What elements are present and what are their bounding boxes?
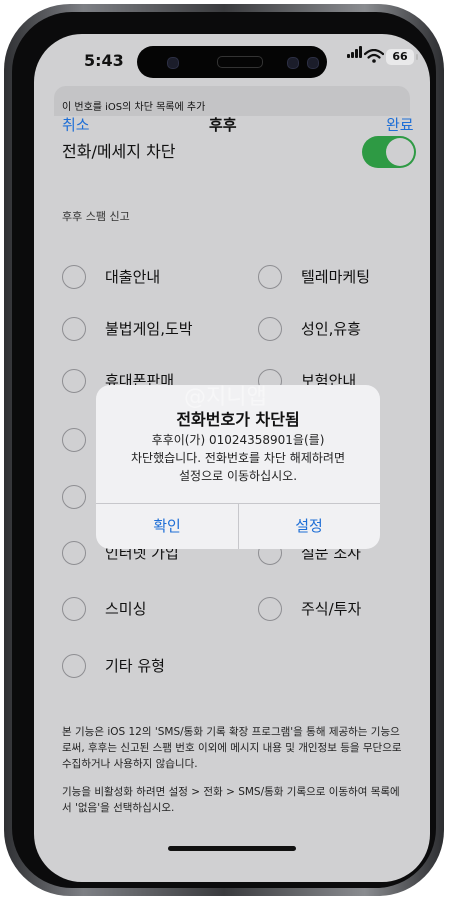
footer-notice: 본 기능은 iOS 12의 'SMS/통화 기록 확장 프로그램'을 통해 제공…	[62, 726, 402, 770]
confirm-button[interactable]: 확인	[96, 503, 238, 549]
phone-frame: 5:43 66 이 번호를 iOS의 차단 목록에 추가 취소 후후 완료 전화…	[4, 4, 444, 896]
status-bar: 5:43 66	[34, 34, 430, 84]
dialog-message-line: 차단했습니다. 전화번호를 차단 해제하려면	[131, 451, 345, 465]
sensor-icon	[287, 57, 299, 69]
radio-icon	[258, 317, 282, 341]
watermark: @지니앱	[184, 385, 267, 410]
toggle-knob	[386, 138, 414, 166]
settings-button[interactable]: 설정	[238, 503, 380, 549]
option-label: 불법게임,도박	[105, 320, 193, 338]
section-header: 후후 스팸 신고	[62, 210, 130, 223]
option-label: 대출안내	[105, 268, 161, 286]
block-toggle[interactable]	[362, 136, 416, 168]
camera-icon	[167, 57, 179, 69]
wifi-icon	[364, 49, 384, 63]
radio-icon	[258, 265, 282, 289]
dialog-message-line: 설정으로 이동하십시오.	[178, 469, 298, 483]
radio-icon	[62, 485, 86, 509]
nav-hint: 이 번호를 iOS의 차단 목록에 추가	[62, 102, 206, 113]
dialog-message: 후후이(가) 01024358901을(를) 차단했습니다. 전화번호를 차단 …	[108, 431, 368, 485]
cancel-button[interactable]: 취소	[62, 114, 90, 135]
radio-icon	[62, 541, 86, 565]
radio-icon	[62, 317, 86, 341]
sensor-icon	[307, 57, 319, 69]
dialog-message-line: 후후이(가) 01024358901을(를)	[151, 433, 325, 447]
battery-tip	[416, 54, 418, 60]
home-indicator[interactable]	[168, 846, 296, 851]
screen: 5:43 66 이 번호를 iOS의 차단 목록에 추가 취소 후후 완료 전화…	[34, 34, 430, 882]
speaker-icon	[217, 56, 263, 68]
option-label: 기타 유형	[105, 657, 165, 675]
status-time: 5:43	[84, 51, 124, 70]
option-label: 스미싱	[105, 600, 147, 618]
option-label: 성인,유흥	[301, 320, 361, 338]
battery-icon: 66	[386, 49, 414, 65]
radio-icon	[258, 597, 282, 621]
done-button[interactable]: 완료	[386, 114, 414, 135]
footer-disable-hint: 기능을 비활성화 하려면 설정 > 전화 > SMS/통화 기록으로 이동하여 …	[62, 786, 400, 814]
radio-icon	[62, 597, 86, 621]
radio-icon	[62, 265, 86, 289]
radio-icon	[62, 369, 86, 393]
radio-icon	[62, 654, 86, 678]
block-label: 전화/메세지 차단	[62, 142, 176, 161]
option-label: 주식/투자	[301, 600, 362, 618]
nav-title: 후후	[209, 116, 237, 134]
option-label: 텔레마케팅	[301, 268, 371, 286]
phone-bezel: 5:43 66 이 번호를 iOS의 차단 목록에 추가 취소 후후 완료 전화…	[12, 12, 436, 888]
radio-icon	[62, 428, 86, 452]
dynamic-island	[137, 46, 327, 78]
